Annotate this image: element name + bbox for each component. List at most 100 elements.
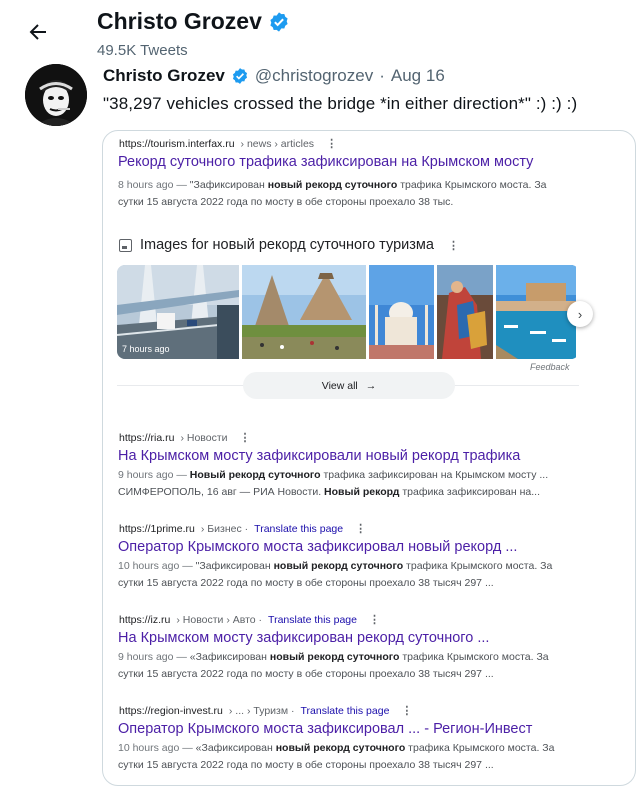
image-thumb-bridge[interactable]: 7 hours ago: [117, 265, 239, 359]
result-5-title[interactable]: Оператор Крымского моста зафиксировал ..…: [118, 721, 532, 737]
snippet-line-1: 8 hours ago — "Зафиксирован новый рекорд…: [118, 177, 547, 194]
translate-link[interactable]: Translate this page: [254, 523, 343, 535]
thumb-caption: 7 hours ago: [122, 344, 170, 354]
tweet-author-handle[interactable]: @christogrozev: [255, 66, 373, 86]
snippet-text: "Зафиксирован: [189, 179, 268, 191]
result-url-domain: https://iz.ru: [119, 613, 171, 626]
result-5-snippet: 10 hours ago — «Зафиксирован новый рекор…: [118, 740, 554, 774]
snippet-bold: новый рекорд суточного: [273, 560, 404, 572]
tweet-text: "38,297 vehicles crossed the bridge *in …: [103, 94, 578, 113]
translate-link[interactable]: Translate this page: [268, 614, 357, 626]
images-section-title: Images for новый рекорд суточного туризм…: [140, 237, 434, 253]
tweet-author-name[interactable]: Christo Grozev: [103, 66, 225, 86]
image-thumb-pyramid[interactable]: [242, 265, 366, 359]
result-3-url[interactable]: https://1prime.ru › Бизнес · Translate t…: [119, 522, 366, 536]
image-thumb-harbor[interactable]: [496, 265, 576, 359]
result-url-domain: https://region-invest.ru: [119, 704, 223, 717]
result-2-title[interactable]: На Крымском мосту зафиксировали новый ре…: [118, 448, 520, 464]
image-thumb-taj-mahal[interactable]: [369, 265, 434, 359]
profile-header: Christo Grozev 49.5K Tweets: [0, 0, 640, 64]
harbor-photo-icon: [496, 265, 576, 359]
more-options-icon[interactable]: ⋮: [369, 613, 380, 626]
result-2-url[interactable]: https://ria.ru › Новости ⋮: [119, 431, 251, 445]
image-thumb-people[interactable]: [437, 265, 493, 359]
result-3-title[interactable]: Оператор Крымского моста зафиксировал но…: [118, 539, 517, 555]
tweet-count: 49.5K Tweets: [97, 42, 188, 59]
more-options-icon[interactable]: ⋮: [448, 239, 459, 252]
verified-badge-icon: [232, 68, 247, 84]
snippet-text: "Зафиксирован: [195, 560, 274, 572]
snippet-line-2: СИМФЕРОПОЛЬ, 16 авг — РИА Новости. Новый…: [118, 484, 548, 501]
result-url-domain: https://tourism.interfax.ru: [119, 137, 235, 150]
more-options-icon[interactable]: ⋮: [355, 522, 366, 535]
result-4-title[interactable]: На Крымском мосту зафиксирован рекорд су…: [118, 630, 489, 646]
image-carousel: 7 hours ago: [117, 265, 579, 359]
images-section-header: Images for новый рекорд суточного туризм…: [119, 237, 459, 253]
result-url-crumb: › news › articles: [240, 137, 315, 150]
result-age: 9 hours ago —: [118, 469, 190, 481]
more-options-icon[interactable]: ⋮: [401, 704, 412, 717]
snippet-bold: новый рекорд суточного: [269, 651, 400, 663]
snippet-bold: новый рекорд суточного: [267, 179, 398, 191]
view-all-label: View all: [321, 379, 358, 392]
profile-name-row: Christo Grozev: [97, 8, 290, 35]
result-4-url[interactable]: https://iz.ru › Новости › Авто · Transla…: [119, 613, 380, 627]
snippet-line-1: 9 hours ago — Новый рекорд суточного тра…: [118, 467, 548, 484]
snippet-line-2: сутки 15 августа 2022 года по мосту в об…: [118, 196, 454, 208]
snippet-text: «Зафиксирован: [189, 651, 270, 663]
tweet-date[interactable]: Aug 16: [391, 66, 445, 86]
snippet-line-1: 10 hours ago — "Зафиксирован новый рекор…: [118, 558, 552, 575]
snippet-text: трафика Крымского моста. За: [399, 651, 549, 663]
snippet-text: трафика Крымского моста. За: [397, 179, 547, 191]
more-options-icon[interactable]: ⋮: [240, 431, 251, 444]
snippet-bold: Новый рекорд суточного: [189, 469, 321, 481]
people-photo-icon: [437, 265, 493, 359]
result-2-snippet: 9 hours ago — Новый рекорд суточного тра…: [118, 467, 548, 501]
snippet-text: «Зафиксирован: [195, 742, 276, 754]
result-4-snippet: 9 hours ago — «Зафиксирован новый рекорд…: [118, 649, 549, 683]
back-arrow-icon[interactable]: [26, 20, 50, 44]
avatar-portrait-icon: [25, 64, 87, 126]
snippet-text: трафика зафиксирован на Крымском мосту .…: [320, 469, 549, 481]
feedback-link[interactable]: Feedback: [530, 362, 570, 372]
snippet-text: трафика зафиксирован на...: [399, 486, 540, 498]
snippet-text: трафика Крымского моста. За: [403, 560, 553, 572]
snippet-text: СИМФЕРОПОЛЬ, 16 авг — РИА Новости.: [118, 486, 325, 498]
snippet-line-2: сутки 15 августа 2022 года по мосту в об…: [118, 577, 494, 589]
avatar[interactable]: [25, 64, 87, 126]
tweet-header: Christo Grozev @christogrozev · Aug 16: [103, 66, 445, 86]
result-url-domain: https://ria.ru: [119, 431, 175, 444]
snippet-text: трафика Крымского моста. За: [405, 742, 555, 754]
view-all-button[interactable]: View all →: [243, 372, 455, 399]
image-icon: [119, 238, 132, 252]
result-5-url[interactable]: https://region-invest.ru › ... › Туризм …: [119, 704, 412, 718]
result-url-crumb: › Новости › Авто ·: [176, 613, 263, 626]
chevron-right-icon: ›: [577, 306, 583, 322]
taj-mahal-photo-icon: [369, 265, 434, 359]
tweet-media-screenshot[interactable]: https://tourism.interfax.ru › news › art…: [102, 130, 636, 786]
translate-link[interactable]: Translate this page: [301, 705, 390, 717]
snippet-line-1: 9 hours ago — «Зафиксирован новый рекорд…: [118, 649, 549, 666]
snippet-line-2: сутки 15 августа 2022 года по мосту в об…: [118, 759, 494, 771]
result-age: 10 hours ago —: [118, 560, 196, 572]
result-1-snippet: 8 hours ago — "Зафиксирован новый рекорд…: [118, 177, 547, 211]
result-3-snippet: 10 hours ago — "Зафиксирован новый рекор…: [118, 558, 552, 592]
result-url-crumb: › ... › Туризм ·: [228, 704, 295, 717]
snippet-bold: новый рекорд суточного: [275, 742, 406, 754]
arrow-right-icon: →: [365, 379, 377, 392]
result-age: 9 hours ago —: [118, 651, 190, 663]
result-1-title[interactable]: Рекорд суточного трафика зафиксирован на…: [118, 154, 533, 170]
result-url-domain: https://1prime.ru: [119, 522, 195, 535]
result-age: 10 hours ago —: [118, 742, 196, 754]
snippet-line-2: сутки 15 августа 2022 года по мосту в об…: [118, 668, 494, 680]
pyramid-photo-icon: [242, 265, 366, 359]
snippet-line-1: 10 hours ago — «Зафиксирован новый рекор…: [118, 740, 554, 757]
verified-badge-icon: [270, 11, 288, 32]
result-1-url[interactable]: https://tourism.interfax.ru › news › art…: [119, 137, 337, 151]
snippet-bold: Новый рекорд: [324, 486, 400, 498]
carousel-next-button[interactable]: ›: [567, 301, 593, 327]
result-age: 8 hours ago —: [118, 179, 190, 191]
result-url-crumb: › Бизнес ·: [200, 522, 249, 535]
profile-name: Christo Grozev: [97, 8, 262, 34]
more-options-icon[interactable]: ⋮: [326, 137, 337, 150]
